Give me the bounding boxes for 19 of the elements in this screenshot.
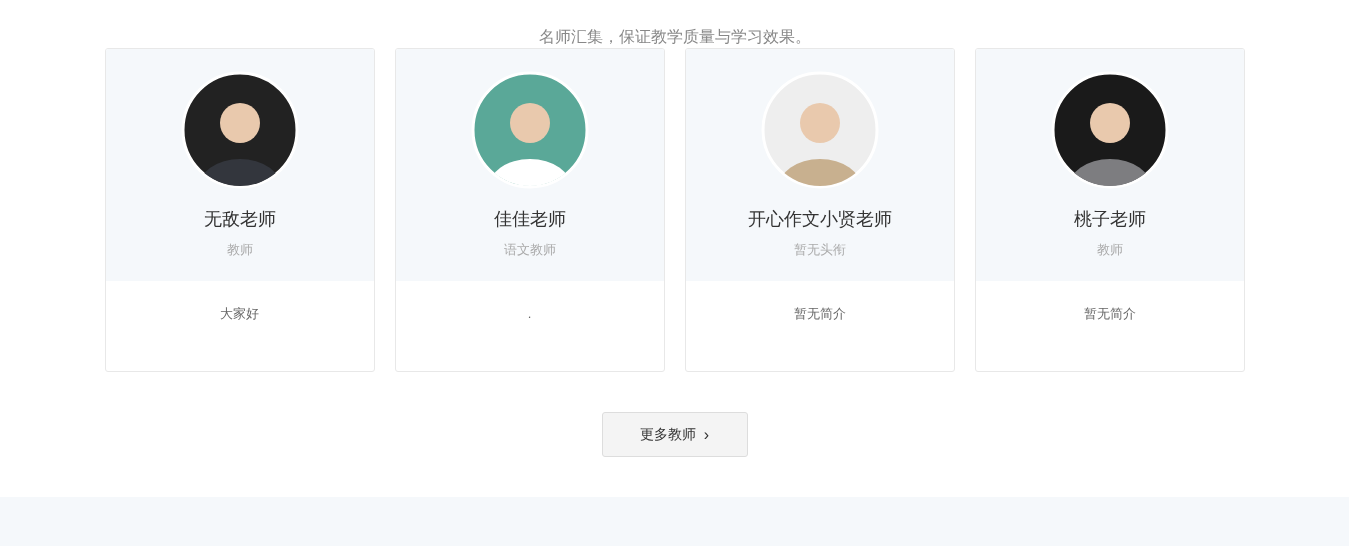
teacher-title: 暂无头衔 <box>793 241 846 259</box>
teacher-title: 教师 <box>226 241 253 259</box>
teacher-title: 语文教师 <box>503 241 556 259</box>
teacher-bio: 大家好 <box>220 305 259 323</box>
section-subtitle: 名师汇集，保证教学质量与学习效果。 <box>538 27 811 47</box>
teacher-name: 桃子老师 <box>1073 208 1146 231</box>
chevron-icon: › <box>703 422 710 447</box>
teacher-bio: . <box>527 305 532 323</box>
teacher-card[interactable]: 桃子老师 教师 暂无简介 <box>974 48 1245 372</box>
teacher-card[interactable]: 佳佳老师 语文教师 . <box>394 48 665 372</box>
teacher-bio: 暂无简介 <box>1083 305 1136 323</box>
teacher-name: 开心作文小贤老师 <box>747 208 892 231</box>
teacher-title: 教师 <box>1096 241 1123 259</box>
teacher-name: 佳佳老师 <box>493 208 566 231</box>
more-teachers-button[interactable]: 更多教师 › <box>601 412 748 457</box>
teacher-card[interactable]: 无敌老师 教师 大家好 <box>104 48 375 372</box>
teacher-name: 无敌老师 <box>203 208 276 231</box>
teacher-bio: 暂无简介 <box>793 305 846 323</box>
teacher-card[interactable]: 开心作文小贤老师 暂无头衔 暂无简介 <box>684 48 955 372</box>
